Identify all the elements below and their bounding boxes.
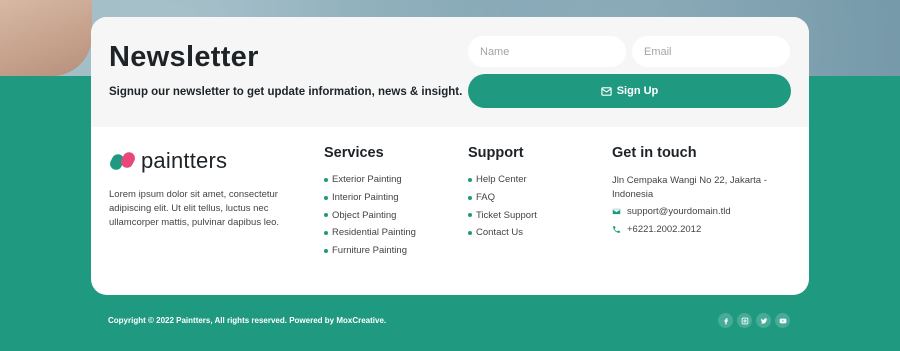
support-title: Support — [468, 145, 524, 161]
envelope-icon — [612, 208, 621, 215]
bullet-icon — [468, 177, 472, 182]
facebook-icon — [723, 317, 728, 324]
footer-card: Newsletter Signup our newsletter to get … — [91, 17, 809, 295]
bullet-icon — [324, 230, 328, 235]
social-links — [718, 313, 790, 328]
services-item[interactable]: Furniture Painting — [324, 242, 416, 260]
copyright-text: Copyright © 2022 Paintters, All rights r… — [108, 316, 387, 325]
name-input[interactable] — [468, 36, 626, 67]
envelope-icon — [601, 86, 612, 96]
bullet-icon — [468, 213, 472, 218]
facebook-link[interactable] — [718, 313, 733, 328]
email-input[interactable] — [632, 36, 790, 67]
support-item-label: Contact Us — [476, 227, 523, 239]
address-text: Jln Cempaka Wangi No 22, Jakarta - Indon… — [612, 175, 767, 200]
instagram-link[interactable] — [737, 313, 752, 328]
signup-label: Sign Up — [616, 85, 659, 97]
contact-phone[interactable]: +6221.2002.2012 — [612, 224, 701, 235]
bullet-icon — [324, 195, 328, 200]
newsletter-subtitle: Signup our newsletter to get update info… — [109, 86, 463, 98]
bullet-icon — [324, 177, 328, 182]
services-item[interactable]: Residential Painting — [324, 224, 416, 242]
bullet-icon — [324, 213, 328, 218]
support-list: Help Center FAQ Ticket Support Contact U… — [468, 171, 537, 242]
services-item-label: Object Painting — [332, 209, 397, 221]
services-item-label: Furniture Painting — [332, 245, 407, 257]
youtube-link[interactable] — [775, 313, 790, 328]
brand-description: Lorem ipsum dolor sit amet, consectetur … — [109, 189, 280, 228]
contact-email-text: support@yourdomain.tld — [627, 206, 731, 217]
instagram-icon — [741, 317, 748, 324]
hero-image-arm — [0, 0, 92, 76]
support-item[interactable]: Help Center — [468, 171, 537, 189]
twitter-link[interactable] — [756, 313, 771, 328]
services-list: Exterior Painting Interior Painting Obje… — [324, 171, 416, 259]
youtube-icon — [779, 318, 786, 323]
contact-email[interactable]: support@yourdomain.tld — [612, 206, 731, 217]
support-item[interactable]: FAQ — [468, 189, 537, 207]
support-item[interactable]: Ticket Support — [468, 206, 537, 224]
bullet-icon — [324, 248, 328, 253]
logo-text: paintters — [141, 148, 228, 173]
services-item[interactable]: Exterior Painting — [324, 171, 416, 189]
services-title: Services — [324, 145, 384, 161]
support-item-label: Ticket Support — [476, 209, 537, 221]
services-item-label: Exterior Painting — [332, 174, 402, 186]
touch-title: Get in touch — [612, 145, 697, 161]
services-item[interactable]: Object Painting — [324, 206, 416, 224]
bullet-icon — [468, 195, 472, 200]
support-item-label: Help Center — [476, 174, 527, 186]
newsletter-title: Newsletter — [109, 41, 259, 73]
signup-button[interactable]: Sign Up — [468, 74, 791, 108]
logo-mark-icon — [107, 150, 138, 172]
services-item-label: Residential Painting — [332, 227, 416, 239]
services-item-label: Interior Painting — [332, 192, 399, 204]
bullet-icon — [468, 230, 472, 235]
phone-icon — [613, 226, 620, 233]
services-item[interactable]: Interior Painting — [324, 189, 416, 207]
brand-logo[interactable]: paintters — [107, 148, 228, 174]
contact-phone-text: +6221.2002.2012 — [627, 224, 702, 235]
twitter-icon — [760, 317, 767, 324]
support-item-label: FAQ — [476, 192, 496, 204]
support-item[interactable]: Contact Us — [468, 224, 537, 242]
